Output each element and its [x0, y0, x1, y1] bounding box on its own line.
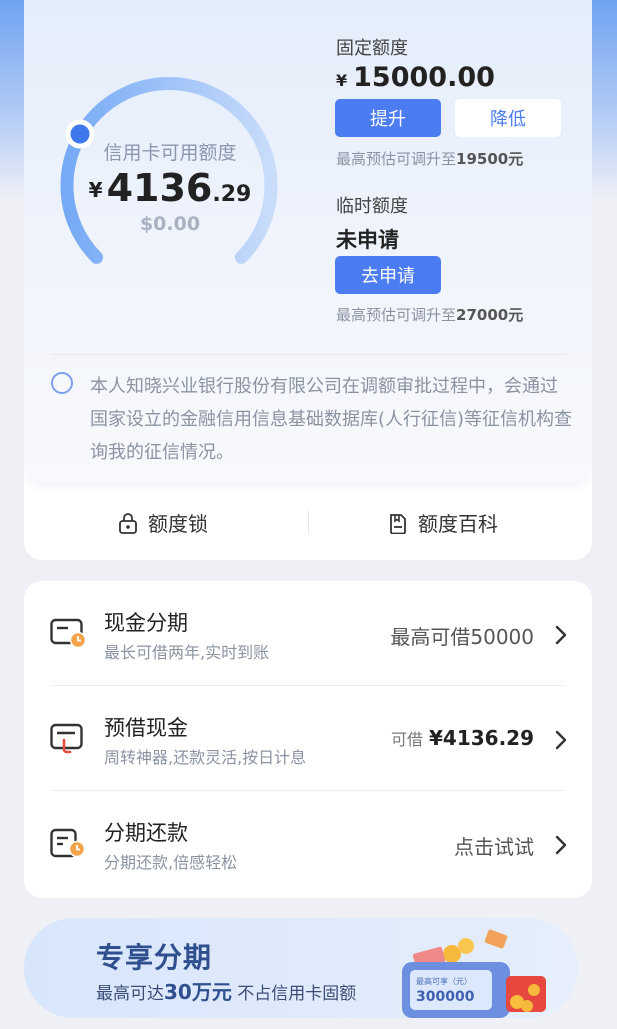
temp-limit-status: 未申请 [336, 228, 399, 252]
wallet-card-label: 最高可享（元） [416, 976, 472, 986]
fixed-limit-label: 固定额度 [336, 38, 408, 59]
service-title: 现金分期 [104, 611, 188, 635]
services-card: 现金分期 最长可借两年,实时到账 最高可借50000 预借现金 周转神器,还款灵… [24, 581, 592, 898]
gauge-label: 信用卡可用额度 [103, 142, 237, 164]
service-row-cash-installment[interactable]: 现金分期 最长可借两年,实时到账 最高可借50000 [24, 581, 592, 686]
service-right-text: 可借 ¥4136.29 [390, 726, 534, 750]
temp-limit-hint: 最高预估可调升至27000元 [336, 306, 524, 324]
tool-label: 额度百科 [418, 512, 498, 536]
decrease-limit-button[interactable]: 降低 [455, 99, 561, 137]
encyclopedia-icon [390, 513, 406, 534]
fixed-limit-hint: 最高预估可调升至19500元 [336, 150, 524, 168]
service-right-text: 最高可借50000 [390, 625, 534, 649]
currency-symbol: ¥ [88, 178, 103, 202]
wallet-card-amount: 300000 [416, 989, 475, 1005]
service-right-text: 点击试试 [454, 835, 534, 859]
service-title: 预借现金 [104, 716, 188, 740]
service-subtitle: 分期还款,倍感轻松 [104, 853, 238, 872]
temp-limit-label: 临时额度 [336, 196, 408, 217]
wallet-illustration-icon: 最高可享（元） 300000 [402, 929, 546, 1018]
available-credit-amount: ¥4136.29 [70, 166, 270, 210]
tool-limit-encyclopedia[interactable]: 额度百科 [388, 508, 498, 537]
cash-installment-icon [50, 618, 87, 649]
cash-advance-icon [50, 723, 83, 754]
lock-icon [119, 512, 137, 534]
service-subtitle: 周转神器,还款灵活,按日计息 [104, 748, 307, 767]
fixed-limit-amount: ¥15000.00 [336, 62, 495, 93]
banner-title: 专享分期 [96, 941, 213, 974]
tool-label: 额度锁 [148, 512, 208, 536]
consent-checkbox[interactable] [51, 372, 73, 394]
exclusive-installment-banner[interactable]: 专享分期 最高可达30万元 不占信用卡固额 最高可享（元） 300000 [24, 918, 578, 1018]
tool-separator [308, 510, 309, 534]
service-title: 分期还款 [104, 821, 188, 845]
increase-limit-button[interactable]: 提升 [335, 99, 441, 137]
consent-text: 本人知晓兴业银行股份有限公司在调额审批过程中，会通过国家设立的金融信用信息基础数… [90, 376, 573, 463]
fixed-currency-symbol: ¥ [336, 71, 348, 90]
chevron-right-icon [555, 625, 567, 645]
foreign-currency-amount: $0.00 [139, 213, 201, 235]
service-row-installment-repay[interactable]: 分期还款 分期还款,倍感轻松 点击试试 [24, 791, 592, 896]
service-subtitle: 最长可借两年,实时到账 [104, 643, 270, 662]
apply-temp-limit-button[interactable]: 去申请 [335, 256, 441, 294]
service-row-cash-advance[interactable]: 预借现金 周转神器,还款灵活,按日计息 可借 ¥4136.29 [24, 686, 592, 791]
chevron-right-icon [555, 730, 567, 750]
installment-repay-icon [50, 828, 86, 858]
fixed-limit-value: 15000.00 [353, 62, 495, 93]
divider [51, 354, 566, 355]
available-integer: 4136 [106, 166, 213, 210]
available-decimal: .29 [212, 182, 252, 207]
tool-limit-lock[interactable]: 额度锁 [118, 508, 208, 537]
limit-tools: 额度锁 额度百科 [24, 490, 592, 560]
limit-panel: 信用卡可用额度 ¥4136.29 $0.00 固定额度 ¥15000.00 提升… [24, 0, 592, 482]
chevron-right-icon [555, 835, 567, 855]
credit-limit-card: 信用卡可用额度 ¥4136.29 $0.00 固定额度 ¥15000.00 提升… [24, 0, 592, 560]
banner-subtitle: 最高可达30万元 不占信用卡固额 [96, 980, 357, 1004]
